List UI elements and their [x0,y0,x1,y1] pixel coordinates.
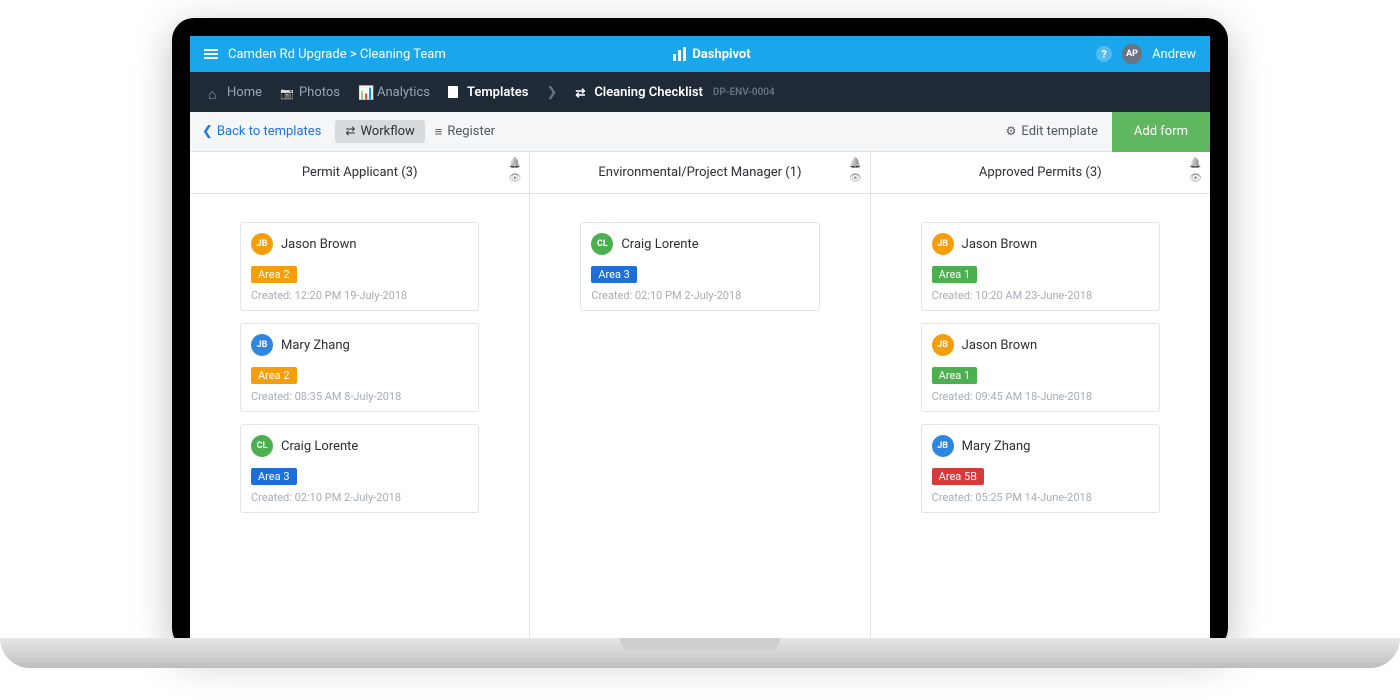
menu-icon[interactable] [204,47,218,61]
avatar: JB [932,435,954,457]
card-name: Jason Brown [281,237,357,252]
column-title: Approved Permits (3) [979,165,1102,180]
chart-icon: 📊 [358,86,371,98]
card-name: Mary Zhang [962,439,1031,454]
column-header: Environmental/Project Manager (1) [530,152,869,194]
column: Environmental/Project Manager (1) CL Craig… [530,152,870,650]
area-tag: Area 3 [251,468,297,485]
add-form-button[interactable]: Add form [1112,112,1210,152]
topbar: Camden Rd Upgrade > Cleaning Team Dashpi… [190,36,1210,72]
column: Permit Applicant (3) JB Jason Brown Area 2 C… [190,152,530,650]
navbar: Home Photos 📊Analytics Templates ❯ Clean… [190,72,1210,112]
column-title: Permit Applicant (3) [302,165,418,180]
area-tag: Area 2 [251,266,297,283]
bell-icon[interactable] [1189,156,1202,169]
shuffle-icon [345,124,355,139]
chevron-right-icon: ❯ [546,85,557,100]
help-icon[interactable]: ? [1096,46,1112,62]
user-avatar[interactable]: AP [1122,44,1142,64]
avatar: JB [251,233,273,255]
brand-label: Dashpivot [692,47,750,62]
bell-icon[interactable] [849,156,862,169]
column-body: CL Craig Lorente Area 3 Created: 02:10 PM 2… [530,194,869,339]
home-icon [208,86,221,98]
avatar: JB [932,233,954,255]
card-name: Craig Lorente [281,439,358,454]
edit-template-button[interactable]: Edit template [992,124,1112,139]
avatar: CL [251,435,273,457]
bell-icon[interactable] [509,156,522,169]
area-tag: Area 1 [932,266,978,283]
column: Approved Permits (3) JB Jason Brown Area 1 C… [871,152,1210,650]
card-name: Craig Lorente [621,237,698,252]
board: Permit Applicant (3) JB Jason Brown Area 2 C… [190,152,1210,650]
brand-icon [673,47,686,61]
eye-icon[interactable] [509,171,522,184]
card-meta: Created: 05:25 PM 14-June-2018 [932,491,1149,504]
column-header: Permit Applicant (3) [190,152,529,194]
card-meta: Created: 02:10 PM 2-July-2018 [591,289,808,302]
card-meta: Created: 09:45 AM 18-June-2018 [932,390,1149,403]
doc-icon [448,86,461,98]
shuffle-icon [575,86,588,98]
back-to-templates[interactable]: ❮Back to templates [202,124,321,139]
column-header: Approved Permits (3) [871,152,1210,194]
camera-icon [280,86,293,98]
nav-photos[interactable]: Photos [280,85,340,100]
user-name[interactable]: Andrew [1152,47,1196,62]
area-tag: Area 5B [932,468,984,485]
column-body: JB Jason Brown Area 1 Created: 10:20 AM 23-… [871,194,1210,541]
nav-checklist[interactable]: Cleaning ChecklistDP-ENV-0004 [575,85,774,100]
toolbar: ❮Back to templates Workflow Register Edi… [190,112,1210,152]
breadcrumb[interactable]: Camden Rd Upgrade > Cleaning Team [228,47,551,62]
tab-workflow[interactable]: Workflow [335,120,424,143]
card-meta: Created: 08:35 AM 8-July-2018 [251,390,468,403]
card-meta: Created: 12:20 PM 19-July-2018 [251,289,468,302]
card-name: Jason Brown [962,338,1038,353]
avatar: JB [932,334,954,356]
column-title: Environmental/Project Manager (1) [598,165,801,180]
avatar: JB [251,334,273,356]
chevron-left-icon: ❮ [202,124,213,139]
card[interactable]: JB Mary Zhang Area 2 Created: 08:35 AM 8-Ju… [240,323,479,412]
card[interactable]: CL Craig Lorente Area 3 Created: 02:10 PM 2… [240,424,479,513]
gear-icon [1006,124,1017,139]
template-id: DP-ENV-0004 [713,87,775,98]
card-meta: Created: 10:20 AM 23-June-2018 [932,289,1149,302]
avatar: CL [591,233,613,255]
column-body: JB Jason Brown Area 2 Created: 12:20 PM 19-… [190,194,529,541]
card[interactable]: JB Jason Brown Area 2 Created: 12:20 PM 19-… [240,222,479,311]
card-name: Jason Brown [962,237,1038,252]
card[interactable]: CL Craig Lorente Area 3 Created: 02:10 PM 2… [580,222,819,311]
card[interactable]: JB Jason Brown Area 1 Created: 10:20 AM 23-… [921,222,1160,311]
list-icon [435,124,443,140]
card-meta: Created: 02:10 PM 2-July-2018 [251,491,468,504]
screen: Camden Rd Upgrade > Cleaning Team Dashpi… [190,36,1210,650]
laptop-notch [620,638,780,650]
eye-icon[interactable] [849,171,862,184]
card[interactable]: JB Jason Brown Area 1 Created: 09:45 AM 18-… [921,323,1160,412]
area-tag: Area 1 [932,367,978,384]
nav-analytics[interactable]: 📊Analytics [358,85,430,100]
laptop-frame: Camden Rd Upgrade > Cleaning Team Dashpi… [172,18,1228,650]
card-name: Mary Zhang [281,338,350,353]
eye-icon[interactable] [1189,171,1202,184]
brand: Dashpivot [551,47,874,62]
area-tag: Area 3 [591,266,637,283]
card[interactable]: JB Mary Zhang Area 5B Created: 05:25 PM 14-… [921,424,1160,513]
tab-register[interactable]: Register [425,120,505,144]
nav-templates[interactable]: Templates [448,85,528,100]
area-tag: Area 2 [251,367,297,384]
nav-home[interactable]: Home [208,85,262,100]
